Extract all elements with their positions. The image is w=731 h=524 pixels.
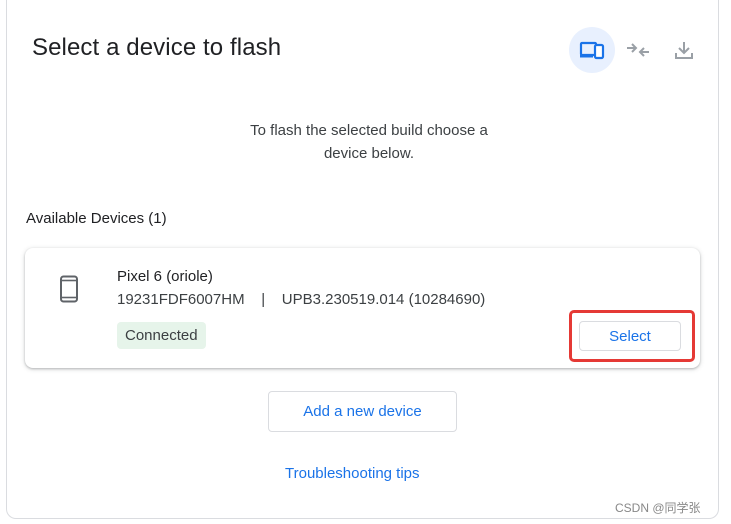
intro-line-1: To flash the selected build choose a <box>250 122 488 139</box>
available-devices-heading: Available Devices (1) <box>26 210 167 227</box>
connect-arrows-icon <box>627 43 649 57</box>
select-device-button[interactable]: Select <box>579 321 681 351</box>
device-card: Pixel 6 (oriole) 19231FDF6007HM | UPB3.2… <box>25 248 700 368</box>
devices-icon <box>579 41 605 60</box>
step-download[interactable] <box>661 27 707 73</box>
device-name: Pixel 6 (oriole) <box>117 268 213 285</box>
device-serial-build: 19231FDF6007HM | UPB3.230519.014 (102846… <box>117 291 486 308</box>
intro-text: To flash the selected build choose a dev… <box>219 119 519 165</box>
add-new-device-button[interactable]: Add a new device <box>268 391 457 432</box>
watermark: CSDN @同学张 <box>615 501 701 515</box>
troubleshooting-tips-link[interactable]: Troubleshooting tips <box>285 465 420 482</box>
step-select-device[interactable] <box>569 27 615 73</box>
download-icon <box>675 42 693 59</box>
page-title: Select a device to flash <box>32 34 282 61</box>
intro-line-2: device below. <box>323 145 415 162</box>
smartphone-icon <box>60 275 78 303</box>
status-badge: Connected <box>117 322 206 349</box>
step-connect[interactable] <box>615 27 661 73</box>
step-indicator <box>569 27 707 73</box>
